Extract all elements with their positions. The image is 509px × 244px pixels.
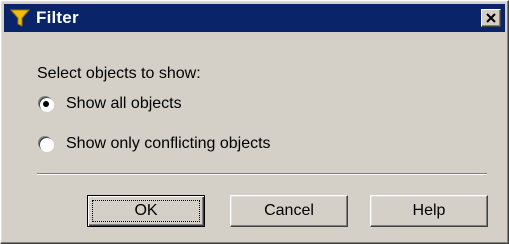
dialog-title: Filter [36, 8, 79, 27]
help-button-label: Help [412, 202, 446, 219]
filter-dialog: Filter Select objects to show: Show all … [0, 0, 509, 244]
cancel-button[interactable]: Cancel [230, 195, 348, 227]
radio-show-conflicting[interactable] [39, 137, 53, 151]
option-label-show-conflicting: Show only conflicting objects [66, 135, 271, 152]
close-icon [486, 13, 496, 23]
focus-rectangle [92, 200, 200, 222]
option-show-conflicting[interactable]: Show only conflicting objects [37, 134, 271, 154]
title-bar[interactable]: Filter [4, 4, 505, 32]
help-button[interactable]: Help [370, 195, 488, 227]
filter-funnel-icon [9, 9, 31, 27]
ok-button[interactable]: OK [87, 195, 205, 227]
radio-show-all[interactable] [39, 97, 53, 111]
separator [37, 173, 487, 175]
select-objects-label: Select objects to show: [37, 65, 201, 82]
option-show-all[interactable]: Show all objects [37, 94, 182, 114]
radio-selected-dot [43, 101, 49, 107]
close-button[interactable] [481, 9, 501, 27]
option-label-show-all: Show all objects [66, 95, 182, 112]
cancel-button-label: Cancel [264, 202, 314, 219]
